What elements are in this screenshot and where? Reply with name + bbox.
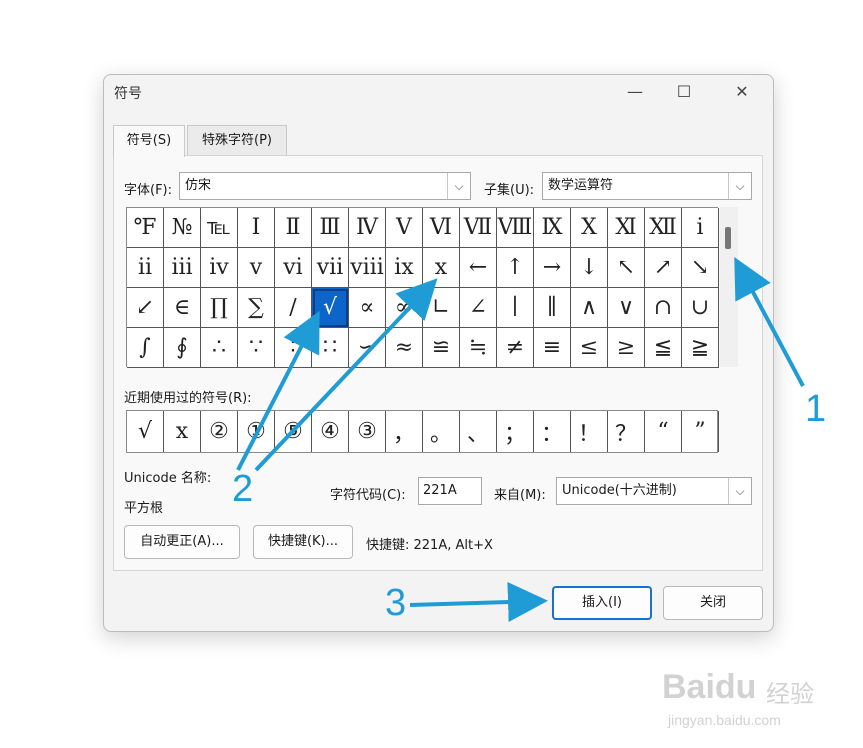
arrow-1 [734,256,805,387]
watermark-brand2: 经验 [766,680,814,708]
arrow-2b [254,278,438,472]
annotation-label-1: 1 [805,388,827,430]
annotation-label-2: 2 [232,468,254,510]
watermark-url: jingyan.baidu.com [668,712,781,728]
annotation-label-3: 3 [385,582,407,624]
annotation-arrows [236,256,805,622]
watermark-brand: Baidu [662,668,757,706]
arrow-3 [409,581,548,622]
tab-symbols[interactable]: 符号(S) [113,125,185,157]
